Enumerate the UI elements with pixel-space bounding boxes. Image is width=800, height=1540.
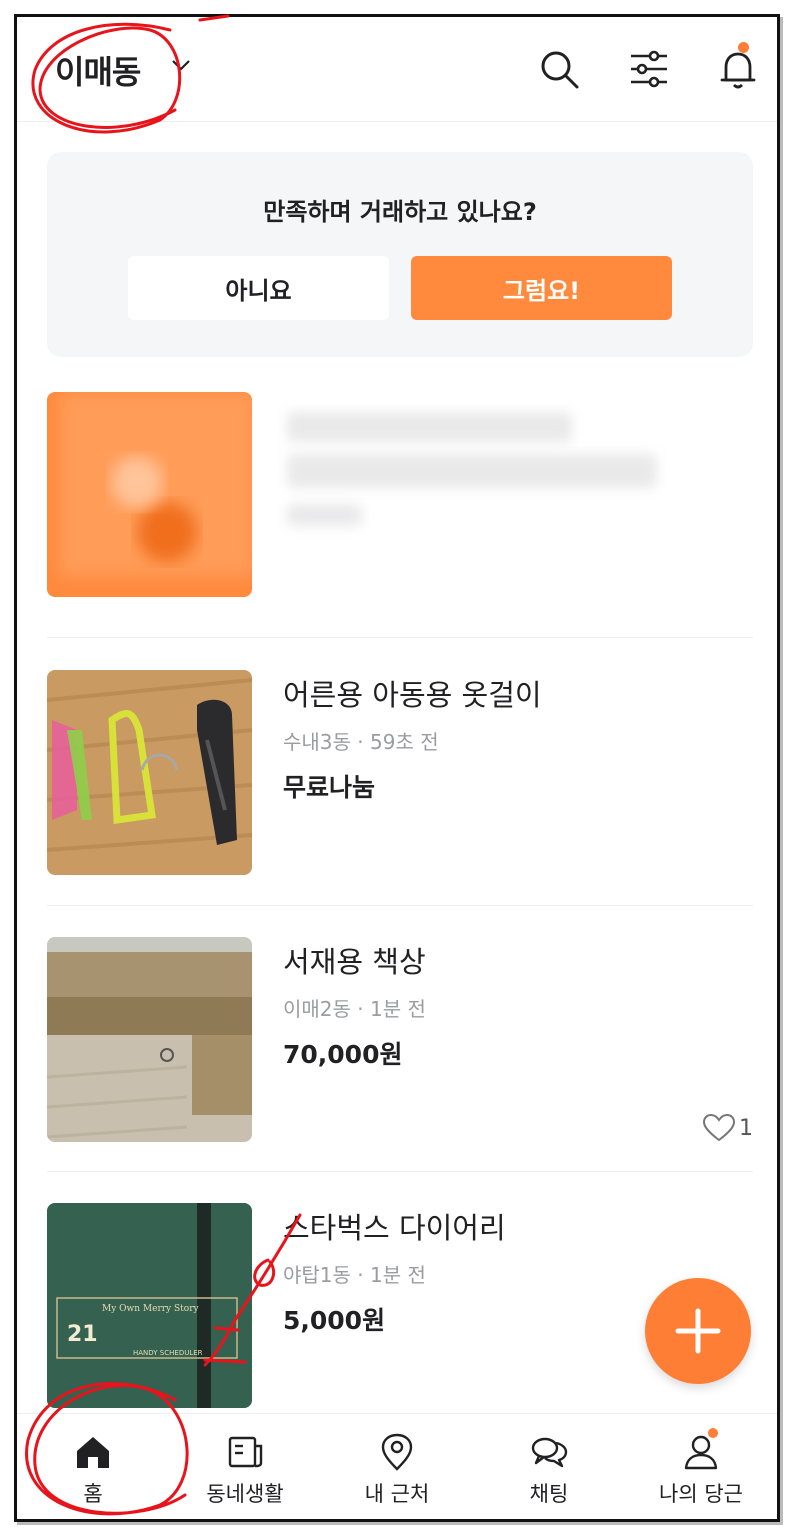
diary-print-brand: HANDY SCHEDULER [133,1349,203,1357]
listing-photo-diary: My Own Merry Story 21 HANDY SCHEDULER [47,1203,252,1408]
search-icon[interactable] [537,47,581,91]
chat-icon [531,1437,568,1468]
listing-title: 어른용 아동용 옷걸이 [283,678,542,712]
nav-chat[interactable]: 채팅 [473,1432,625,1508]
listing-location: 수내3동 [283,730,351,754]
listing-location: 이매2동 [283,997,351,1021]
chevron-down-icon[interactable] [167,53,195,77]
like-count[interactable]: 1 [703,1114,753,1142]
listing-meta: 이매2동 · 1분 전 [283,993,426,1022]
diary-print-line: My Own Merry Story [102,1304,199,1314]
list-divider [47,1171,753,1172]
listing-photo-hangers [47,670,252,875]
heart-icon [703,1114,735,1142]
meta-separator: · [357,997,364,1021]
blurred-listing[interactable] [47,392,753,597]
nav-neighborhood[interactable]: 동네생활 [169,1432,321,1508]
listing-time: 1분 전 [370,1263,426,1287]
list-item[interactable]: 어른용 아동용 옷걸이 수내3동 · 59초 전 무료나눔 [47,670,753,875]
nav-label: 홈 [83,1482,103,1506]
write-post-button[interactable] [645,1278,751,1384]
list-divider [47,637,753,638]
nav-label: 채팅 [529,1482,569,1506]
location-pin-icon [381,1433,413,1471]
listing-time: 59초 전 [370,730,439,754]
listing-meta: 야탑1동 · 1분 전 [283,1259,426,1288]
meta-separator: · [357,1263,364,1287]
yes-button[interactable]: 그럼요! [411,256,672,320]
blurred-thumbnail [47,392,252,597]
location-selector[interactable]: 이매동 [55,47,141,93]
blurred-subtitle [287,454,657,488]
filter-icon[interactable] [627,47,671,91]
listing-location: 야탑1동 [283,1263,351,1287]
survey-question: 만족하며 거래하고 있나요? [263,198,537,226]
diary-print-number: 21 [67,1322,98,1347]
nav-label: 나의 당근 [659,1482,743,1506]
top-app-bar: 이매동 [17,17,777,122]
neighborhood-icon [228,1436,263,1468]
notification-badge [738,42,749,53]
profile-icon [684,1435,718,1470]
blurred-meta [287,504,362,526]
nav-my-karrot[interactable]: 나의 당근 [625,1432,777,1508]
satisfaction-survey-card: 만족하며 거래하고 있나요? 아니요 그럼요! [47,152,753,357]
nav-home[interactable]: 홈 [17,1432,169,1508]
nav-nearby[interactable]: 내 근처 [321,1432,473,1508]
listing-title: 스타벅스 다이어리 [283,1211,506,1245]
bell-icon[interactable] [716,47,760,91]
no-button[interactable]: 아니요 [128,256,389,320]
plus-icon [675,1308,721,1354]
listing-meta: 수내3동 · 59초 전 [283,726,439,755]
list-item[interactable]: 서재용 책상 이매2동 · 1분 전 70,000원 1 [47,937,753,1142]
listing-photo-desk [47,937,252,1142]
blurred-title [287,412,572,442]
listing-price: 70,000원 [283,1040,403,1069]
bottom-navigation: 홈 동네생활 내 근처 채팅 나의 당근 [17,1413,777,1519]
nav-label: 내 근처 [364,1482,430,1506]
listing-price: 무료나눔 [283,773,376,802]
nav-label: 동네생활 [206,1482,284,1506]
meta-separator: · [357,730,364,754]
listing-time: 1분 전 [370,997,426,1021]
profile-notification-dot [708,1428,718,1438]
like-count-value: 1 [739,1115,753,1141]
listing-price: 5,000원 [283,1306,386,1335]
listing-title: 서재용 책상 [283,945,426,979]
list-divider [47,905,753,906]
home-icon [77,1437,109,1468]
